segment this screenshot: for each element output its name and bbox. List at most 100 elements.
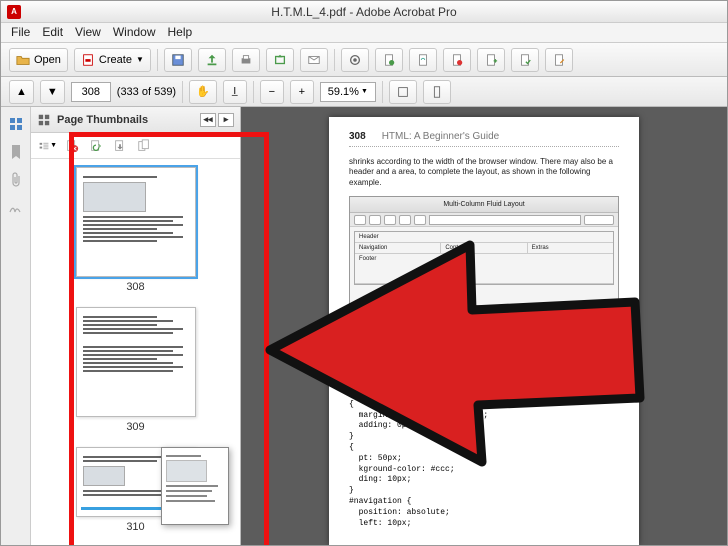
select-tool-button[interactable]: I̲ xyxy=(223,80,247,104)
print-button[interactable] xyxy=(232,48,260,72)
thumbnails-icon xyxy=(8,116,24,132)
tool-b-button[interactable] xyxy=(409,48,437,72)
bookmarks-tab-button[interactable] xyxy=(7,143,25,161)
document-viewport[interactable]: 308 HTML: A Beginner's Guide shrinks acc… xyxy=(241,107,727,545)
thumbnails-header: Page Thumbnails ◂◂ ▸ xyxy=(31,107,240,133)
menu-edit[interactable]: Edit xyxy=(42,25,63,40)
chevron-down-icon: ▼ xyxy=(361,88,368,95)
open-label: Open xyxy=(34,54,61,66)
folder-open-icon xyxy=(16,53,30,67)
envelope-icon xyxy=(307,53,321,67)
menu-window[interactable]: Window xyxy=(113,25,156,40)
menu-help[interactable]: Help xyxy=(168,25,193,40)
minus-icon: − xyxy=(269,86,275,98)
chevron-right-icon: ▸ xyxy=(224,114,229,125)
menu-bar: File Edit View Window Help xyxy=(1,23,727,43)
options-icon xyxy=(39,139,49,153)
main-toolbar: Open Create ▼ xyxy=(1,43,727,77)
thumbnail-label: 309 xyxy=(126,421,144,433)
page-delete-icon xyxy=(450,53,464,67)
page-tool-icon xyxy=(382,53,396,67)
attachments-tab-button[interactable] xyxy=(7,171,25,189)
code-block: { margin: 10px 10px 0px 10px; adding: 0p… xyxy=(349,400,619,530)
settings-button[interactable] xyxy=(341,48,369,72)
figure-title: Multi-Column Fluid Layout xyxy=(443,201,524,208)
fit-width-icon xyxy=(396,85,410,99)
email-button[interactable] xyxy=(300,48,328,72)
thumb-insert-button[interactable] xyxy=(135,137,153,155)
thumbnail-item[interactable]: 308 xyxy=(35,167,236,293)
body-paragraph: ight look like: xyxy=(349,381,619,391)
tool-c-button[interactable] xyxy=(443,48,471,72)
figure-footer-cell: Footer xyxy=(355,254,613,283)
text-select-icon: I̲ xyxy=(233,86,236,97)
thumb-rotate-button[interactable] xyxy=(87,137,105,155)
double-chevron-left-icon: ◂◂ xyxy=(203,114,212,125)
share-button[interactable] xyxy=(266,48,294,72)
thumbnails-collapse-button[interactable]: ◂◂ xyxy=(200,113,216,127)
next-page-button[interactable]: ▼ xyxy=(40,80,65,104)
tool-f-button[interactable] xyxy=(545,48,573,72)
thumbnail-label: 310 xyxy=(126,521,144,533)
plus-icon: + xyxy=(299,86,305,98)
zoom-level-select[interactable]: 59.1% ▼ xyxy=(320,82,376,102)
body-paragraph: age layout, the following shows what the… xyxy=(349,363,619,373)
side-nav-strip xyxy=(1,107,31,545)
thumbnail-item[interactable]: 309 xyxy=(35,307,236,433)
gear-icon xyxy=(348,53,362,67)
figure-header-cell: Header xyxy=(355,232,613,242)
page-insert-icon xyxy=(137,139,151,153)
arrow-down-icon: ▼ xyxy=(47,86,58,98)
tool-a-button[interactable] xyxy=(375,48,403,72)
thumbnail-page-308[interactable] xyxy=(76,167,196,277)
tool-e-button[interactable] xyxy=(511,48,539,72)
page-add-icon xyxy=(484,53,498,67)
fit-width-button[interactable] xyxy=(389,80,417,104)
window-titlebar: A H.T.M.L_4.pdf - Adobe Acrobat Pro xyxy=(1,1,727,23)
page-header-number: 308 xyxy=(349,131,366,142)
page-header-title: HTML: A Beginner's Guide xyxy=(382,131,500,142)
thumbnails-header-icon xyxy=(37,113,51,127)
figure-content-cell: Content xyxy=(441,243,527,253)
page-extract-icon xyxy=(113,139,127,153)
hand-tool-button[interactable]: ✋ xyxy=(189,80,217,104)
window-title: H.T.M.L_4.pdf - Adobe Acrobat Pro xyxy=(271,5,456,19)
page-count-label: (333 of 539) xyxy=(117,86,176,98)
body-paragraph: shrinks according to the width of the br… xyxy=(349,157,619,188)
floppy-icon xyxy=(171,53,185,67)
upload-icon xyxy=(205,53,219,67)
export-button[interactable] xyxy=(198,48,226,72)
paperclip-icon xyxy=(9,172,23,188)
printer-icon xyxy=(239,53,253,67)
zoom-in-button[interactable]: + xyxy=(290,80,314,104)
thumb-delete-button[interactable] xyxy=(63,137,81,155)
page-check-icon xyxy=(518,53,532,67)
thumbnails-tab-button[interactable] xyxy=(7,115,25,133)
pdf-page: 308 HTML: A Beginner's Guide shrinks acc… xyxy=(329,117,639,545)
bookmark-icon xyxy=(9,144,23,160)
open-button[interactable]: Open xyxy=(9,48,68,72)
navigation-toolbar: ▲ ▼ (333 of 539) ✋ I̲ − + 59.1% ▼ xyxy=(1,77,727,107)
thumb-options-button[interactable]: ▼ xyxy=(39,137,57,155)
fit-page-button[interactable] xyxy=(423,80,451,104)
save-button[interactable] xyxy=(164,48,192,72)
share-icon xyxy=(273,53,287,67)
thumbnails-panel: Page Thumbnails ◂◂ ▸ ▼ xyxy=(31,107,241,545)
create-label: Create xyxy=(99,54,132,66)
prev-page-button[interactable]: ▲ xyxy=(9,80,34,104)
thumb-extract-button[interactable] xyxy=(111,137,129,155)
create-button[interactable]: Create ▼ xyxy=(74,48,151,72)
zoom-out-button[interactable]: − xyxy=(260,80,284,104)
thumbnails-close-button[interactable]: ▸ xyxy=(218,113,234,127)
arrow-up-icon: ▲ xyxy=(16,86,27,98)
thumbnail-page-309[interactable] xyxy=(76,307,196,417)
tool-d-button[interactable] xyxy=(477,48,505,72)
page-edit-icon xyxy=(552,53,566,67)
menu-file[interactable]: File xyxy=(11,25,30,40)
figure-extras-cell: Extras xyxy=(528,243,613,253)
zoom-value: 59.1% xyxy=(328,86,359,98)
menu-view[interactable]: View xyxy=(75,25,101,40)
page-number-input[interactable] xyxy=(71,82,111,102)
signatures-tab-button[interactable] xyxy=(7,199,25,217)
thumbnails-title: Page Thumbnails xyxy=(57,114,148,126)
